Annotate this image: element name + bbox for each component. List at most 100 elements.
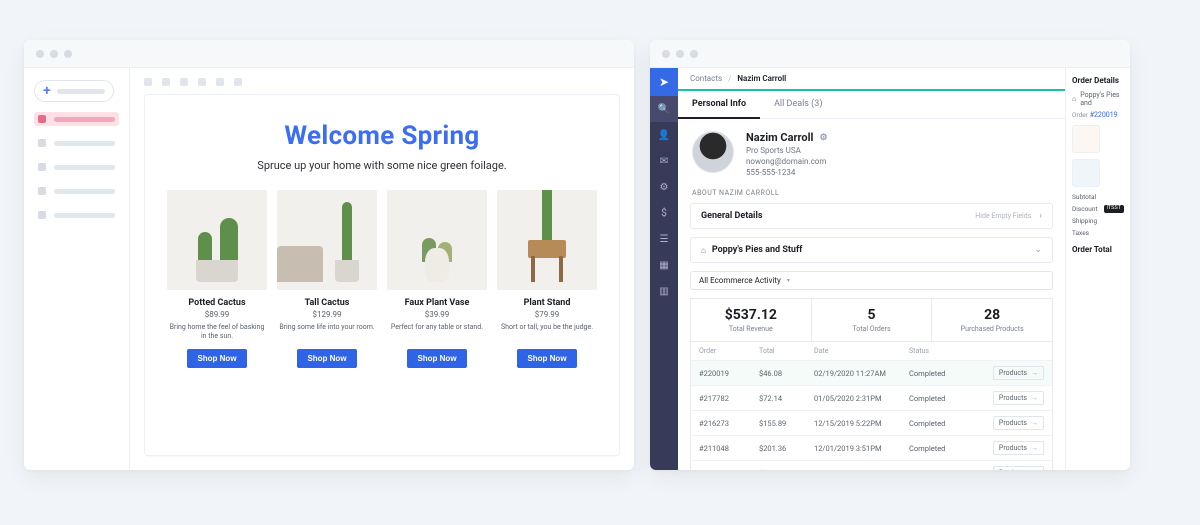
contact-profile: Nazim Carroll ⚙ Pro Sports USA nowong@do… xyxy=(678,119,1065,189)
order-row[interactable]: #220019 $46.08 02/19/2020 11:27AM Comple… xyxy=(691,360,1052,385)
tab-all-deals[interactable]: All Deals (3) xyxy=(760,91,836,118)
order-row[interactable]: #217782 $72.14 01/05/2020 2:31PM Complet… xyxy=(691,385,1052,410)
col-total: Total xyxy=(759,347,814,355)
store-panel[interactable]: ⌂ Poppy's Pies and Stuff ⌄ xyxy=(690,237,1053,263)
general-details-panel[interactable]: General Details Hide Empty Fields › xyxy=(690,203,1053,229)
activity-filter[interactable]: All Ecommerce Activity ▾ xyxy=(690,271,1053,290)
calendar-icon[interactable]: ▦ xyxy=(650,252,678,278)
window-titlebar xyxy=(650,40,1130,68)
products-button[interactable]: Products→ xyxy=(993,366,1044,380)
products-button[interactable]: Products→ xyxy=(993,416,1044,430)
order-id: #216273 xyxy=(699,419,759,428)
col-order: Order xyxy=(699,347,759,355)
order-details-pane: Order Details ⌂ Poppy's Pies and Order #… xyxy=(1066,68,1130,470)
sidebar-item[interactable] xyxy=(34,184,119,198)
product-thumbnail xyxy=(1072,159,1100,187)
product-card: Tall Cactus $129.99 Bring some life into… xyxy=(277,190,377,368)
arrow-right-icon: → xyxy=(1031,444,1038,452)
avatar xyxy=(692,131,734,173)
panel-title: General Details xyxy=(701,211,975,221)
breadcrumb: Contacts / Nazim Carroll xyxy=(678,68,1065,89)
mail-icon[interactable]: ✉ xyxy=(650,148,678,174)
order-row[interactable]: #216273 $155.89 12/15/2019 5:22PM Comple… xyxy=(691,410,1052,435)
window-dot xyxy=(36,50,44,58)
lists-icon[interactable]: ☰ xyxy=(650,226,678,252)
order-status: Completed xyxy=(909,394,964,403)
crm-window: ➤ 🔍 👤 ✉ ⚙ $ ☰ ▦ ▥ Contacts / Nazim Carro… xyxy=(650,40,1130,470)
order-status: Completed xyxy=(909,369,964,378)
product-price: $129.99 xyxy=(312,310,341,319)
order-total: $46.08 xyxy=(759,369,814,378)
contact-phone: 555-555-1234 xyxy=(746,168,828,177)
window-dot xyxy=(676,50,684,58)
builder-canvas: Welcome Spring Spruce up your home with … xyxy=(130,68,634,470)
hide-empty-toggle[interactable]: Hide Empty Fields xyxy=(975,212,1031,220)
breadcrumb-root[interactable]: Contacts xyxy=(690,74,722,83)
products-button[interactable]: Products→ xyxy=(993,441,1044,455)
order-number[interactable]: #220019 xyxy=(1090,111,1118,119)
product-desc: Short or tall, you be the judge. xyxy=(501,323,593,341)
stat-value: 28 xyxy=(936,307,1048,323)
order-row[interactable]: #192873 $61.65 09/12/2019 10:44AM Comple… xyxy=(691,460,1052,470)
stat-value: 5 xyxy=(816,307,928,323)
shop-now-button[interactable]: Shop Now xyxy=(297,349,356,368)
product-desc: Bring some life into your room. xyxy=(279,323,374,341)
product-name: Plant Stand xyxy=(524,298,571,308)
order-id: #192873 xyxy=(699,469,759,471)
stat-label: Purchased Products xyxy=(936,325,1048,333)
about-section-label: ABOUT NAZIM CARROLL xyxy=(678,189,1065,197)
breadcrumb-current: Nazim Carroll xyxy=(737,74,786,83)
contact-company: Pro Sports USA xyxy=(746,146,828,155)
order-date: 12/01/2019 3:51PM xyxy=(814,444,909,453)
product-price: $79.99 xyxy=(535,310,560,319)
gear-icon[interactable]: ⚙ xyxy=(819,133,827,143)
sidebar-item[interactable] xyxy=(34,208,119,222)
stat-value: $537.12 xyxy=(695,307,807,323)
order-row[interactable]: #211048 $201.36 12/01/2019 3:51PM Comple… xyxy=(691,435,1052,460)
order-id: #217782 xyxy=(699,394,759,403)
sidebar-item[interactable] xyxy=(34,136,119,150)
product-name: Tall Cactus xyxy=(305,298,350,308)
discount-code: ITSST xyxy=(1104,205,1124,213)
products-button[interactable]: Products→ xyxy=(993,466,1044,470)
contact-main-pane: Contacts / Nazim Carroll Personal Info A… xyxy=(678,68,1066,470)
shop-now-button[interactable]: Shop Now xyxy=(187,349,246,368)
builder-sidebar: + xyxy=(24,68,130,470)
order-total: $72.14 xyxy=(759,394,814,403)
deals-icon[interactable]: $ xyxy=(650,200,678,226)
contact-name: Nazim Carroll xyxy=(746,131,813,144)
products-button[interactable]: Products→ xyxy=(993,391,1044,405)
reports-icon[interactable]: ▥ xyxy=(650,278,678,304)
product-name: Potted Cactus xyxy=(188,298,245,308)
taxes-label: Taxes xyxy=(1072,229,1089,237)
contact-email[interactable]: nowong@domain.com xyxy=(746,157,828,166)
filter-label: All Ecommerce Activity xyxy=(699,276,781,285)
stat-revenue: $537.12 Total Revenue xyxy=(691,298,811,341)
app-logo[interactable]: ➤ xyxy=(650,68,678,96)
product-price: $39.99 xyxy=(425,310,450,319)
shop-now-button[interactable]: Shop Now xyxy=(407,349,466,368)
sidebar-item[interactable] xyxy=(34,112,119,126)
col-date: Date xyxy=(814,347,909,355)
window-dot xyxy=(690,50,698,58)
order-id: #220019 xyxy=(699,369,759,378)
stat-label: Total Orders xyxy=(816,325,928,333)
contacts-icon[interactable]: 👤 xyxy=(650,122,678,148)
tab-personal-info[interactable]: Personal Info xyxy=(678,91,760,119)
shipping-label: Shipping xyxy=(1072,217,1097,225)
arrow-right-icon: → xyxy=(1031,419,1038,427)
add-block-button[interactable]: + xyxy=(34,80,114,102)
search-icon[interactable]: 🔍 xyxy=(650,96,678,122)
automation-icon[interactable]: ⚙ xyxy=(650,174,678,200)
product-image xyxy=(387,190,487,290)
product-image xyxy=(497,190,597,290)
chevron-down-icon: ⌄ xyxy=(1034,245,1042,255)
arrow-right-icon: → xyxy=(1031,369,1038,377)
store-icon: ⌂ xyxy=(701,246,706,255)
sidebar-item[interactable] xyxy=(34,160,119,174)
product-desc: Bring home the feel of basking in the su… xyxy=(167,323,267,341)
chevron-right-icon: › xyxy=(1039,211,1042,221)
shop-now-button[interactable]: Shop Now xyxy=(517,349,576,368)
orders-header: Order Total Date Status xyxy=(691,342,1052,360)
order-total: $155.89 xyxy=(759,419,814,428)
